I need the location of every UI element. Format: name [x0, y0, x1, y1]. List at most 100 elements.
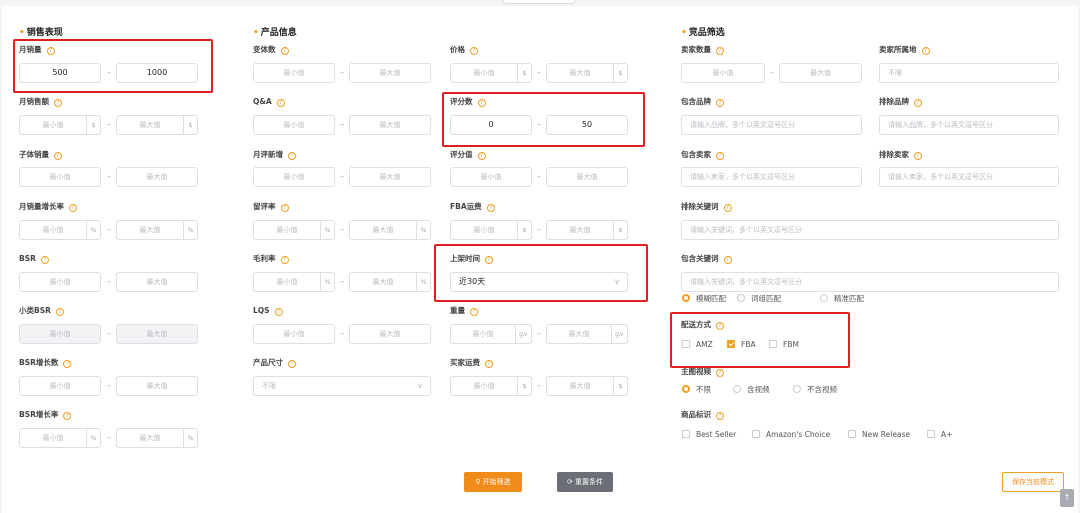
- video-any-radio[interactable]: 不限: [682, 385, 711, 395]
- include-brand-input[interactable]: 请输入品牌，多个以英文逗号区分: [681, 115, 862, 135]
- bsr-growth-rate-max-input[interactable]: 最大值%: [116, 428, 198, 448]
- help-icon[interactable]: ?: [486, 204, 495, 212]
- monthly-revenue-min-input[interactable]: 最小值 $: [19, 115, 101, 135]
- variants-max-input[interactable]: 最大值: [349, 63, 431, 83]
- match-phrase-radio[interactable]: 词组匹配: [737, 294, 781, 304]
- monthly-revenue-max-input[interactable]: 最大值 $: [116, 115, 198, 135]
- gram-unit-select[interactable]: g∨: [611, 325, 627, 343]
- help-icon[interactable]: ?: [280, 204, 289, 212]
- help-icon[interactable]: ?: [921, 47, 930, 55]
- match-exact-radio[interactable]: 精准匹配: [820, 294, 864, 304]
- back-to-top-button[interactable]: ↑: [1060, 489, 1074, 507]
- label-include-brand: 包含品牌?: [681, 97, 724, 107]
- sub-bsr-min-input: 最小值: [19, 324, 101, 344]
- percent-unit: %: [416, 221, 430, 239]
- help-icon[interactable]: ?: [716, 152, 724, 160]
- price-max-input[interactable]: 最大值 $: [546, 63, 628, 83]
- help-icon[interactable]: ?: [55, 308, 64, 316]
- gross-margin-max-input[interactable]: 最大值%: [349, 272, 431, 292]
- weight-min-input[interactable]: 最小值 g∨: [450, 324, 532, 344]
- badge-new-release-checkbox[interactable]: New Release: [848, 430, 910, 440]
- range-dash: –: [340, 329, 344, 338]
- video-without-radio[interactable]: 不含视频: [793, 385, 837, 395]
- rating-min-input[interactable]: 最小值: [450, 167, 532, 187]
- radio-icon: [820, 294, 828, 302]
- help-icon[interactable]: ?: [280, 47, 289, 55]
- sales-growth-max-input[interactable]: 最大值%: [116, 220, 198, 240]
- label-child-sales: 子体销量?: [19, 150, 62, 160]
- help-icon[interactable]: ?: [63, 412, 72, 420]
- rating-max-input[interactable]: 最大值: [546, 167, 628, 187]
- gram-unit-select[interactable]: g∨: [515, 325, 531, 343]
- help-icon[interactable]: ?: [276, 99, 285, 107]
- help-icon[interactable]: ?: [914, 152, 922, 160]
- include-seller-input[interactable]: 请输入卖家，多个以英文逗号区分: [681, 167, 862, 187]
- seller-count-min-input[interactable]: 最小值: [681, 63, 765, 83]
- help-icon[interactable]: ?: [288, 360, 296, 368]
- seller-location-select[interactable]: 不限: [879, 63, 1059, 83]
- match-fuzzy-radio[interactable]: 模糊匹配: [682, 294, 726, 304]
- save-mode-button[interactable]: 保存当前模式: [1002, 472, 1064, 492]
- buyer-shipping-max-input[interactable]: 最大值 $: [546, 376, 628, 396]
- help-icon[interactable]: ?: [723, 256, 732, 264]
- lqs-max-input[interactable]: 最大值: [349, 324, 431, 344]
- help-icon[interactable]: ?: [723, 204, 732, 212]
- exclude-keyword-input[interactable]: 请输入关键词，多个以英文逗号区分: [681, 220, 1059, 240]
- help-icon[interactable]: ?: [288, 152, 296, 160]
- review-rate-max-input[interactable]: 最大值%: [349, 220, 431, 240]
- video-with-radio[interactable]: 含视频: [733, 385, 770, 395]
- help-icon[interactable]: ?: [40, 256, 49, 264]
- bsr-growth-rate-min-input[interactable]: 最小值%: [19, 428, 101, 448]
- range-dash: –: [770, 68, 774, 77]
- bsr-max-input[interactable]: 最大值: [116, 272, 198, 292]
- label-lqs: LQS?: [253, 306, 283, 316]
- help-icon[interactable]: ?: [54, 99, 62, 107]
- gross-margin-min-input[interactable]: 最小值%: [253, 272, 335, 292]
- child-sales-min-input[interactable]: 最小值: [19, 167, 101, 187]
- fba-fee-min-input[interactable]: 最小值 $: [450, 220, 532, 240]
- exclude-seller-input[interactable]: 请输入卖家，多个以英文逗号区分: [879, 167, 1059, 187]
- help-icon[interactable]: ?: [280, 256, 289, 264]
- bsr-growth-count-min-input[interactable]: 最小值: [19, 376, 101, 396]
- child-sales-max-input[interactable]: 最大值: [116, 167, 198, 187]
- sales-growth-min-input[interactable]: 最小值%: [19, 220, 101, 240]
- label-monthly-revenue: 月销售额?: [19, 97, 62, 107]
- variants-min-input[interactable]: 最小值: [253, 63, 335, 83]
- help-icon[interactable]: ?: [477, 152, 486, 160]
- help-icon[interactable]: ?: [914, 99, 922, 107]
- review-rate-min-input[interactable]: 最小值%: [253, 220, 335, 240]
- include-keyword-input[interactable]: 请输入关键词，多个以英文逗号区分: [681, 272, 1059, 292]
- help-icon[interactable]: ?: [274, 308, 283, 316]
- qa-max-input[interactable]: 最大值: [349, 115, 431, 135]
- qa-min-input[interactable]: 最小值: [253, 115, 335, 135]
- help-icon[interactable]: ?: [470, 308, 478, 316]
- size-select[interactable]: 不限 ∨: [253, 376, 431, 396]
- buyer-shipping-min-input[interactable]: 最小值 $: [450, 376, 532, 396]
- fba-fee-max-input[interactable]: 最大值 $: [546, 220, 628, 240]
- monthly-new-reviews-max-input[interactable]: 最大值: [349, 167, 431, 187]
- help-icon[interactable]: ?: [716, 99, 724, 107]
- badge-amazons-choice-checkbox[interactable]: Amazon's Choice: [752, 430, 830, 440]
- help-icon[interactable]: ?: [470, 47, 478, 55]
- start-filter-button[interactable]: ⚲ 开始筛选: [464, 472, 522, 492]
- radio-icon: [737, 294, 745, 302]
- exclude-brand-input[interactable]: 请输入品牌，多个以英文逗号区分: [879, 115, 1059, 135]
- help-icon[interactable]: ?: [716, 369, 724, 377]
- badge-best-seller-checkbox[interactable]: Best Seller: [682, 430, 736, 440]
- help-icon[interactable]: ?: [716, 412, 724, 420]
- bsr-growth-count-max-input[interactable]: 最大值: [116, 376, 198, 396]
- help-icon[interactable]: ?: [54, 152, 62, 160]
- weight-max-input[interactable]: 最大值 g∨: [546, 324, 628, 344]
- seller-count-max-input[interactable]: 最大值: [779, 63, 862, 83]
- help-icon[interactable]: ?: [69, 204, 77, 212]
- badge-a-plus-checkbox[interactable]: A+: [927, 430, 952, 440]
- help-icon[interactable]: ?: [485, 360, 493, 368]
- price-min-input[interactable]: 最小值 $: [450, 63, 532, 83]
- label-sub-bsr: 小类BSR?: [19, 306, 64, 316]
- bsr-min-input[interactable]: 最小值: [19, 272, 101, 292]
- help-icon[interactable]: ?: [63, 360, 72, 368]
- reset-conditions-button[interactable]: ⟳ 重置条件: [557, 472, 613, 492]
- lqs-min-input[interactable]: 最小值: [253, 324, 335, 344]
- monthly-new-reviews-min-input[interactable]: 最小值: [253, 167, 335, 187]
- help-icon[interactable]: ?: [716, 47, 724, 55]
